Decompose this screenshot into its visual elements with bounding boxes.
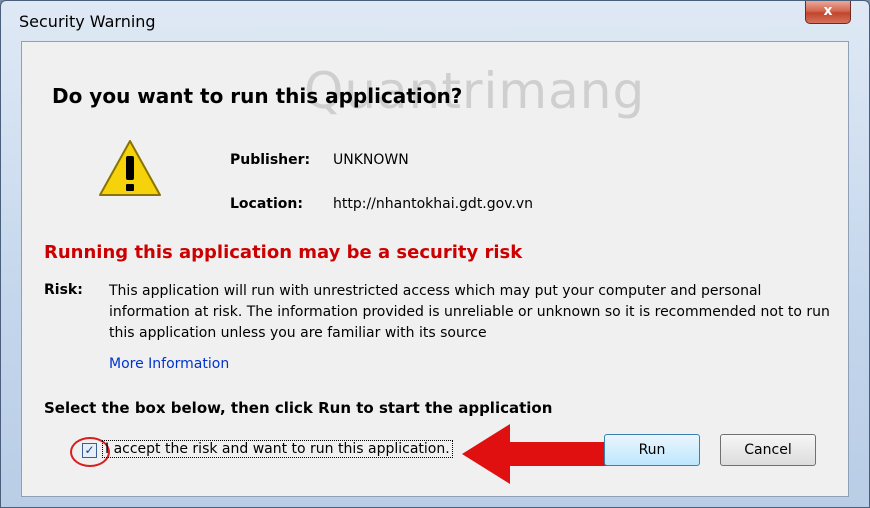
title-bar[interactable]: Security Warning x: [1, 1, 869, 41]
accept-risk-label[interactable]: I accept the risk and want to run this a…: [102, 440, 453, 458]
dialog-heading: Do you want to run this application?: [52, 84, 463, 108]
risk-description: This application will run with unrestric…: [109, 283, 830, 341]
window-title: Security Warning: [19, 12, 156, 31]
warning-triangle-icon: [99, 140, 161, 196]
red-arrow-annotation: [462, 424, 622, 484]
location-label: Location:: [230, 196, 303, 212]
location-value: http://nhantokhai.gdt.gov.vn: [333, 196, 534, 212]
risk-label: Risk:: [44, 282, 83, 298]
publisher-label: Publisher:: [230, 152, 311, 168]
run-button[interactable]: Run: [604, 434, 700, 466]
close-icon: x: [823, 3, 833, 19]
instruction-text: Select the box below, then click Run to …: [44, 399, 553, 417]
more-information-link[interactable]: More Information: [109, 356, 229, 372]
risk-heading: Running this application may be a securi…: [44, 242, 523, 263]
close-button[interactable]: x: [805, 1, 851, 24]
publisher-value: UNKNOWN: [333, 152, 409, 168]
dialog-content: Quantrimang Do you want to run this appl…: [21, 41, 849, 497]
cancel-button[interactable]: Cancel: [720, 434, 816, 466]
security-warning-window: Security Warning x Quantrimang Do you wa…: [0, 0, 870, 508]
